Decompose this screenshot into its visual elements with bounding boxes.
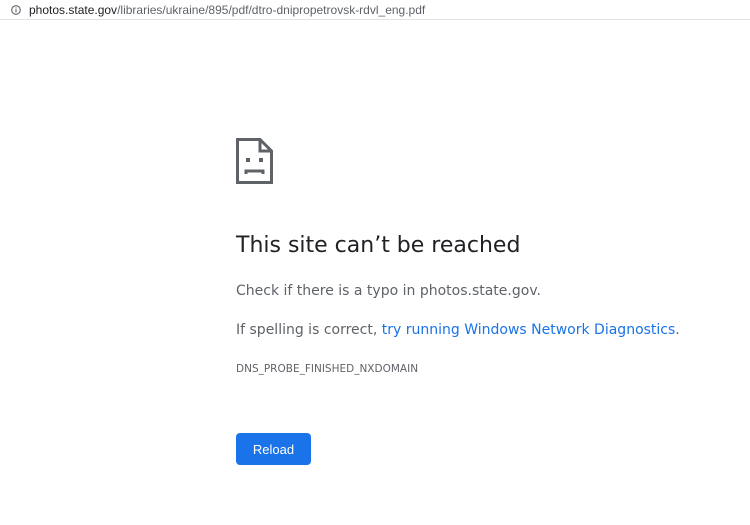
network-diagnostics-link[interactable]: try running Windows Network Diagnostics [382,322,676,338]
typo-suggestion: Check if there is a typo in photos.state… [236,283,541,299]
diagnostics-suffix: . [675,322,680,338]
error-code: DNS_PROBE_FINISHED_NXDOMAIN [236,363,419,375]
diagnostics-suggestion: If spelling is correct, try running Wind… [236,320,680,340]
url-text[interactable]: photos.state.gov/libraries/ukraine/895/p… [29,0,425,20]
url-host: photos.state.gov [29,2,118,17]
url-path: /libraries/ukraine/895/pdf/dtro-dniprope… [117,2,426,17]
diagnostics-prefix: If spelling is correct, [236,322,382,338]
address-bar[interactable]: photos.state.gov/libraries/ukraine/895/p… [0,0,750,20]
sad-document-icon [236,138,273,184]
info-icon[interactable] [11,4,21,15]
error-title: This site can’t be reached [236,233,521,258]
reload-button[interactable]: Reload [236,433,311,465]
